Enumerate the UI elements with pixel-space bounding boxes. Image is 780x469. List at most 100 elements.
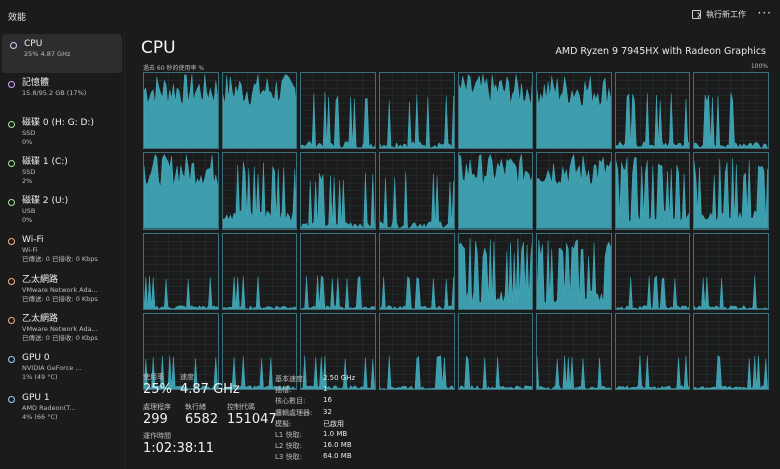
sidebar-item-detail: SSD xyxy=(22,167,36,176)
status-dot-icon xyxy=(8,395,15,403)
sidebar-item-value: 2% xyxy=(22,176,33,185)
sidebar-item-detail: VMware Network Ada... xyxy=(22,325,98,334)
core-graph xyxy=(614,312,691,390)
spec-row: L2 快取: 16.0 MB xyxy=(275,441,355,452)
sidebar-item-3[interactable]: 磁碟 1 (C:) SSD 2% xyxy=(0,152,124,191)
core-graph xyxy=(693,152,769,230)
run-new-task-label: 執行新工作 xyxy=(706,10,746,19)
sidebar-item-value: 1% (49 °C) xyxy=(22,373,58,382)
status-dot-icon xyxy=(8,356,15,364)
graph-max-label: 100% xyxy=(750,63,768,70)
spec-row: L3 快取: 64.0 MB xyxy=(275,452,355,463)
sidebar-item-label: 磁碟 2 (U:) xyxy=(22,196,69,207)
sidebar-item-detail: USB xyxy=(22,207,36,216)
sidebar-item-2[interactable]: 磁碟 0 (H: G: D:) SSD 0% xyxy=(0,113,124,152)
usage-stat: 使用率 25% xyxy=(143,373,172,397)
spec-value: 1 xyxy=(323,385,328,394)
speed-stat: 速度 4.87 GHz xyxy=(180,373,240,397)
spec-row: L1 快取: 1.0 MB xyxy=(275,430,355,441)
sidebar-item-4[interactable]: 磁碟 2 (U:) USB 0% xyxy=(0,191,124,230)
spec-value: 32 xyxy=(323,407,332,416)
spec-label: L1 快取: xyxy=(275,430,302,439)
sidebar-item-0[interactable]: CPU 25% 4.87 GHz xyxy=(2,34,122,74)
title-bar: 效能 執行新工作 ··· xyxy=(0,0,780,32)
sidebar-item-9[interactable]: GPU 1 AMD Radeon(T... 4% (66 °C) xyxy=(0,388,124,427)
core-graph xyxy=(300,72,376,150)
spec-row: 基本速度: 2.50 GHz xyxy=(275,374,355,385)
core-graph xyxy=(143,72,219,150)
more-options-button[interactable]: ··· xyxy=(758,6,772,20)
status-dot-icon xyxy=(8,159,15,167)
uptime-stat: 運作時間 1:02:38:11 xyxy=(143,432,215,456)
sidebar-item-value: 0% xyxy=(22,216,33,225)
core-graph xyxy=(221,232,298,310)
sidebar-item-value: 已傳送: 0 已接收: 0 Kbps xyxy=(22,294,98,303)
spec-value: 2.50 GHz xyxy=(323,374,356,382)
core-graph xyxy=(378,232,455,310)
cpu-model: AMD Ryzen 9 7945HX with Radeon Graphics xyxy=(555,46,766,57)
spec-row: 邏輯處理器: 32 xyxy=(275,408,355,419)
sidebar-item-value: 4% (66 °C) xyxy=(22,412,58,421)
core-graph xyxy=(536,312,612,390)
processes-stat: 處理程序 299 xyxy=(143,403,171,427)
status-dot-icon xyxy=(8,120,15,128)
spec-label: L3 快取: xyxy=(275,453,302,462)
core-graph xyxy=(300,152,376,230)
graph-caption: 過去 60 秒的使用率 % xyxy=(143,65,205,72)
sidebar-item-label: 記憶體 xyxy=(22,78,50,89)
sidebar-item-detail: 25% 4.87 GHz xyxy=(24,50,71,58)
core-graph xyxy=(143,232,219,310)
sidebar-item-label: GPU 1 xyxy=(22,392,50,403)
sidebar-item-detail: Wi-Fi xyxy=(22,246,38,255)
core-graph xyxy=(693,72,769,150)
sidebar-item-label: CPU xyxy=(24,39,43,49)
sidebar-item-detail: SSD xyxy=(22,128,36,137)
core-graph xyxy=(300,232,376,310)
sidebar-item-8[interactable]: GPU 0 NVIDIA GeForce ... 1% (49 °C) xyxy=(0,348,124,387)
sidebar-item-value: 0% xyxy=(22,137,33,146)
sidebar-item-label: 磁碟 0 (H: G: D:) xyxy=(22,117,94,128)
resource-sidebar: CPU 25% 4.87 GHz 記憶體 15.8/95.2 GB (17%) 磁碟 0… xyxy=(0,34,124,427)
page-title: 效能 xyxy=(8,13,27,23)
status-dot-icon xyxy=(10,42,17,49)
core-graph xyxy=(693,232,769,310)
sidebar-item-6[interactable]: 乙太網路 VMware Network Ada... 已傳送: 0 已接收: 0 K… xyxy=(0,270,124,309)
run-new-task-button[interactable]: 執行新工作 xyxy=(692,9,746,20)
run-task-icon xyxy=(692,10,701,19)
spec-value: 1.0 MB xyxy=(323,429,348,438)
status-dot-icon xyxy=(8,277,15,285)
spec-label: 模擬: xyxy=(275,419,292,428)
status-dot-icon xyxy=(8,199,15,207)
sidebar-item-detail: VMware Network Ada... xyxy=(22,285,98,294)
sidebar-item-label: 乙太網路 xyxy=(22,274,59,285)
spec-row: 核心數目: 16 xyxy=(275,396,355,407)
spec-label: 邏輯處理器: xyxy=(275,408,313,417)
spec-value: 已啟用 xyxy=(323,419,344,428)
sidebar-item-5[interactable]: Wi-Fi Wi-Fi 已傳送: 0 已接收: 0 Kbps xyxy=(0,230,124,269)
core-graph xyxy=(378,312,455,390)
logical-processor-grid xyxy=(143,72,769,390)
core-graph xyxy=(457,72,534,150)
sidebar-item-value: 已傳送: 0 已接收: 0 Kbps xyxy=(22,255,98,264)
sidebar-item-value: 已傳送: 0 已接收: 0 Kbps xyxy=(22,334,98,343)
core-graph xyxy=(378,72,455,150)
sidebar-item-1[interactable]: 記憶體 15.8/95.2 GB (17%) xyxy=(0,73,124,112)
core-graph xyxy=(221,72,298,150)
sidebar-item-7[interactable]: 乙太網路 VMware Network Ada... 已傳送: 0 已接收: 0 K… xyxy=(0,309,124,348)
core-graph xyxy=(457,152,534,230)
threads-stat: 執行緒 6582 xyxy=(185,403,219,427)
cpu-specs: 基本速度: 2.50 GHz 插槽: 1 核心數目: 16 邏輯處理器: 32 模擬: 已啟用 L1… xyxy=(275,374,355,464)
core-graph xyxy=(457,232,534,310)
sidebar-item-detail: 15.8/95.2 GB (17%) xyxy=(22,89,87,98)
sidebar-item-detail: AMD Radeon(T... xyxy=(22,403,76,412)
core-graph xyxy=(536,232,612,310)
status-dot-icon xyxy=(8,317,15,325)
core-graph xyxy=(143,152,219,230)
spec-label: 基本速度: xyxy=(275,375,306,383)
core-graph xyxy=(457,312,534,390)
core-graph xyxy=(378,152,455,230)
core-graph xyxy=(221,152,298,230)
core-graph xyxy=(614,232,691,310)
status-dot-icon xyxy=(8,81,15,89)
core-graph xyxy=(614,152,691,230)
